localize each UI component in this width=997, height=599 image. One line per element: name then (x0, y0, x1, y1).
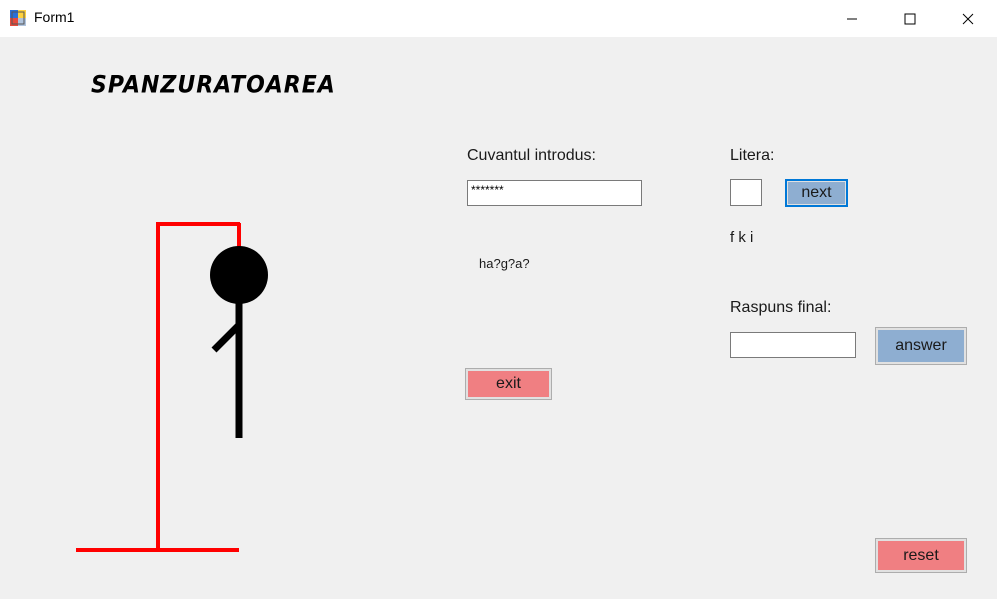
exit-button-label: exit (468, 371, 549, 397)
reset-button[interactable]: reset (875, 538, 967, 573)
answer-button-label: answer (878, 330, 964, 362)
stick-figure (210, 246, 268, 438)
exit-button[interactable]: exit (465, 368, 552, 400)
letter-input[interactable] (730, 179, 762, 206)
word-label: Cuvantul introdus: (467, 147, 596, 164)
used-letters: f k i (730, 229, 754, 246)
reset-button-label: reset (878, 541, 964, 570)
final-answer-label: Raspuns final: (730, 299, 832, 316)
maximize-icon (904, 13, 916, 24)
figure-left-arm (211, 322, 242, 353)
next-button[interactable]: next (785, 179, 848, 207)
masked-word: ha?g?a? (479, 256, 530, 271)
window-title: Form1 (34, 9, 75, 25)
minimize-icon (847, 18, 857, 19)
close-button[interactable] (939, 0, 997, 37)
next-button-label: next (788, 182, 845, 204)
answer-button[interactable]: answer (875, 327, 967, 365)
title-bar: Form1 (0, 0, 997, 37)
figure-head (210, 246, 268, 304)
form-app-icon (10, 10, 26, 26)
maximize-button[interactable] (881, 0, 939, 37)
hangman-drawing (76, 222, 268, 552)
letter-label: Litera: (730, 147, 775, 164)
final-answer-input[interactable] (730, 332, 856, 358)
close-icon (962, 13, 974, 24)
form-client-area: SPANZURATOAREA Cuvantul introdus: ******… (0, 37, 997, 599)
word-input[interactable]: ******* (467, 180, 642, 206)
minimize-button[interactable] (823, 0, 881, 37)
